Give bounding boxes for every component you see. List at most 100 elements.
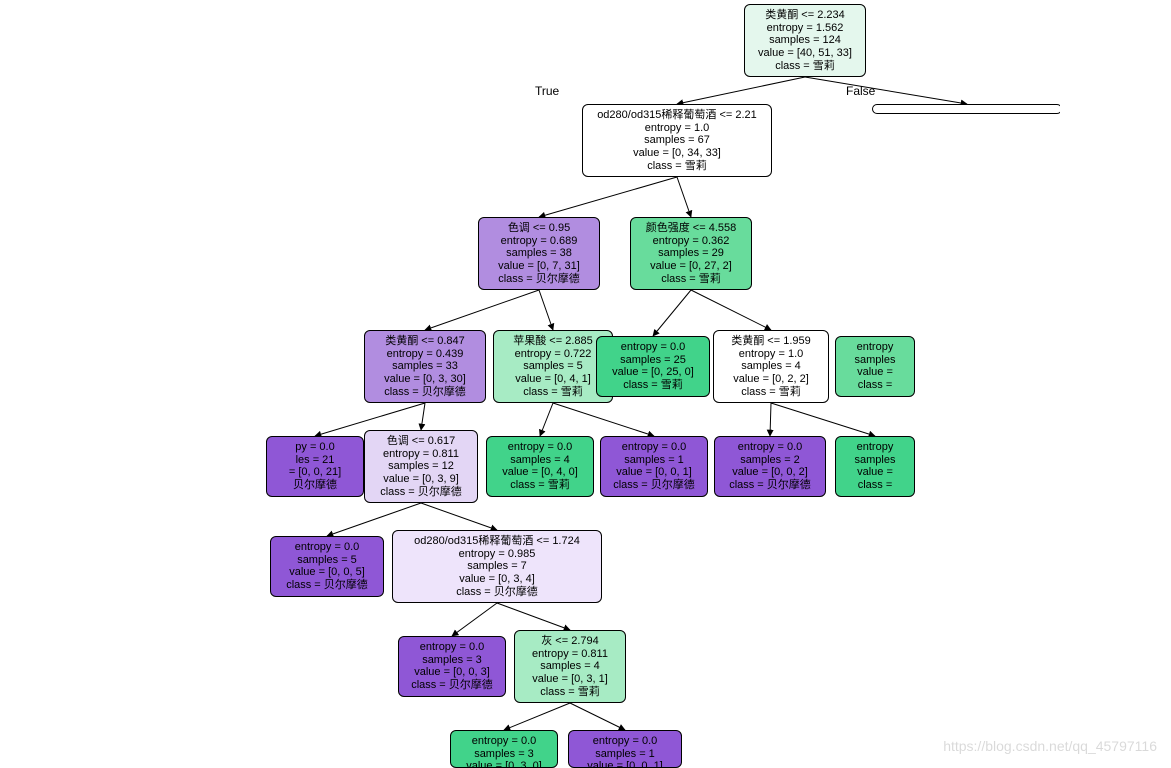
- tree-node-line: value =: [842, 466, 908, 479]
- tree-node-line: entropy = 0.0: [277, 541, 377, 554]
- tree-node-line: class = 雪莉: [500, 386, 606, 399]
- tree-node-n16: 灰 <= 2.794entropy = 0.811samples = 4valu…: [514, 630, 626, 703]
- tree-node-line: value = [0, 25, 0]: [603, 366, 703, 379]
- tree-node-line: class = 贝尔摩德: [485, 273, 593, 286]
- edge-false-label: False: [846, 84, 875, 98]
- tree-node-line: class = 雪莉: [720, 386, 822, 399]
- tree-node-line: samples = 67: [589, 134, 765, 147]
- tree-node-line: entropy = 0.0: [607, 441, 701, 454]
- tree-node-n7: 类黄酮 <= 1.959entropy = 1.0samples = 4valu…: [713, 330, 829, 403]
- tree-node-line: 苹果酸 <= 2.885: [500, 335, 606, 348]
- tree-node-n14: od280/od315稀释葡萄酒 <= 1.724entropy = 0.985…: [392, 530, 602, 603]
- tree-node-line: value = [0, 3, 4]: [399, 573, 595, 586]
- tree-node-line: samples = 3: [405, 654, 499, 667]
- tree-node-line: value = [0, 3, 1]: [521, 673, 619, 686]
- tree-node-line: class = 贝尔摩德: [405, 679, 499, 692]
- tree-node-line: 类黄酮 <= 1.959: [720, 335, 822, 348]
- tree-node-n4: 类黄酮 <= 0.847entropy = 0.439samples = 33v…: [364, 330, 486, 403]
- tree-node-line: value = [0, 0, 1]: [575, 760, 675, 768]
- tree-node-line: samples = 4: [493, 454, 587, 467]
- tree-node-n2: 色调 <= 0.95entropy = 0.689samples = 38val…: [478, 217, 600, 290]
- tree-node-line: value = [0, 27, 2]: [637, 260, 745, 273]
- tree-node-line: value = [0, 0, 2]: [721, 466, 819, 479]
- tree-node-line: value = [0, 34, 33]: [589, 147, 765, 160]
- tree-node-line: les = 21: [273, 454, 357, 467]
- tree-node-line: 灰 <= 2.794: [521, 635, 619, 648]
- tree-node-line: entropy = 0.0: [575, 735, 675, 748]
- tree-node-line: entropy = 1.0: [589, 122, 765, 135]
- tree-node-line: samples = 5: [500, 360, 606, 373]
- tree-node-line: class = 雪莉: [751, 60, 859, 73]
- tree-canvas: True False 类黄酮 <= 2.234entropy = 1.562sa…: [190, 0, 1060, 768]
- tree-node-line: entropy = 1.562: [751, 22, 859, 35]
- tree-node-line: entropy = 0.0: [493, 441, 587, 454]
- tree-node-nR: [872, 104, 1060, 114]
- tree-node-line: py = 0.0: [273, 441, 357, 454]
- tree-node-line: value = [40, 51, 33]: [751, 47, 859, 60]
- tree-node-line: class = 贝尔摩德: [371, 386, 479, 399]
- tree-node-line: entropy: [842, 441, 908, 454]
- tree-node-line: value = [0, 0, 5]: [277, 566, 377, 579]
- tree-node-line: od280/od315稀释葡萄酒 <= 1.724: [399, 535, 595, 548]
- tree-node-line: value = [0, 3, 9]: [371, 473, 471, 486]
- edge-true-label: True: [535, 84, 559, 98]
- tree-node-line: entropy = 0.811: [371, 448, 471, 461]
- tree-node-line: class = 雪莉: [589, 160, 765, 173]
- tree-node-line: samples = 4: [521, 660, 619, 673]
- tree-node-line: samples = 7: [399, 560, 595, 573]
- tree-node-line: samples = 124: [751, 34, 859, 47]
- tree-node-line: entropy: [842, 341, 908, 354]
- tree-node-line: samples = 2: [721, 454, 819, 467]
- tree-node-line: value = [0, 7, 31]: [485, 260, 593, 273]
- tree-node-line: 色调 <= 0.95: [485, 222, 593, 235]
- tree-node-line: entropy = 0.362: [637, 235, 745, 248]
- tree-node-line: samples: [842, 454, 908, 467]
- tree-node-line: value = [0, 0, 3]: [405, 666, 499, 679]
- tree-node-line: samples = 3: [457, 748, 551, 761]
- tree-node-line: samples = 25: [603, 354, 703, 367]
- tree-node-line: class = 雪莉: [521, 686, 619, 699]
- tree-node-line: entropy = 0.811: [521, 648, 619, 661]
- tree-node-n17: entropy = 0.0samples = 3value = [0, 3, 0…: [450, 730, 558, 768]
- tree-node-line: entropy = 0.689: [485, 235, 593, 248]
- tree-node-n11: entropy = 0.0samples = 1value = [0, 0, 1…: [600, 436, 708, 497]
- tree-node-n3: 颜色强度 <= 4.558entropy = 0.362samples = 29…: [630, 217, 752, 290]
- tree-node-n6: entropy = 0.0samples = 25value = [0, 25,…: [596, 336, 710, 397]
- tree-node-line: entropy = 0.0: [603, 341, 703, 354]
- tree-node-line: samples = 12: [371, 460, 471, 473]
- tree-node-line: entropy = 0.0: [721, 441, 819, 454]
- tree-node-line: samples = 4: [720, 360, 822, 373]
- tree-node-line: value =: [842, 366, 908, 379]
- tree-node-line: class = 贝尔摩德: [399, 586, 595, 599]
- tree-node-line: samples: [842, 354, 908, 367]
- tree-node-line: 类黄酮 <= 0.847: [371, 335, 479, 348]
- tree-node-line: 贝尔摩德: [273, 479, 357, 492]
- tree-node-line: od280/od315稀释葡萄酒 <= 2.21: [589, 109, 765, 122]
- tree-node-line: class = 贝尔摩德: [721, 479, 819, 492]
- tree-node-line: entropy = 0.722: [500, 348, 606, 361]
- tree-node-nY: entropysamplesvalue =class =: [835, 436, 915, 497]
- tree-node-n0: 类黄酮 <= 2.234entropy = 1.562samples = 124…: [744, 4, 866, 77]
- tree-node-n1: od280/od315稀释葡萄酒 <= 2.21entropy = 1.0sam…: [582, 104, 772, 177]
- tree-node-nX: entropysamplesvalue =class =: [835, 336, 915, 397]
- tree-node-line: class = 雪莉: [493, 479, 587, 492]
- tree-node-line: class = 雪莉: [603, 379, 703, 392]
- tree-node-line: samples = 29: [637, 247, 745, 260]
- tree-node-n18: entropy = 0.0samples = 1value = [0, 0, 1…: [568, 730, 682, 768]
- tree-node-line: class = 贝尔摩德: [607, 479, 701, 492]
- tree-node-n9: 色调 <= 0.617entropy = 0.811samples = 12va…: [364, 430, 478, 503]
- tree-node-line: value = [0, 3, 30]: [371, 373, 479, 386]
- tree-node-line: 类黄酮 <= 2.234: [751, 9, 859, 22]
- tree-node-n10: entropy = 0.0samples = 4value = [0, 4, 0…: [486, 436, 594, 497]
- tree-node-line: 色调 <= 0.617: [371, 435, 471, 448]
- tree-node-line: = [0, 0, 21]: [273, 466, 357, 479]
- tree-node-line: samples = 1: [575, 748, 675, 761]
- tree-node-line: samples = 5: [277, 554, 377, 567]
- tree-node-line: value = [0, 2, 2]: [720, 373, 822, 386]
- tree-node-line: entropy = 1.0: [720, 348, 822, 361]
- tree-node-line: value = [0, 3, 0]: [457, 760, 551, 768]
- tree-node-line: class = 贝尔摩德: [277, 579, 377, 592]
- tree-node-line: entropy = 0.439: [371, 348, 479, 361]
- tree-node-line: class = 贝尔摩德: [371, 486, 471, 499]
- tree-node-n13: entropy = 0.0samples = 5value = [0, 0, 5…: [270, 536, 384, 597]
